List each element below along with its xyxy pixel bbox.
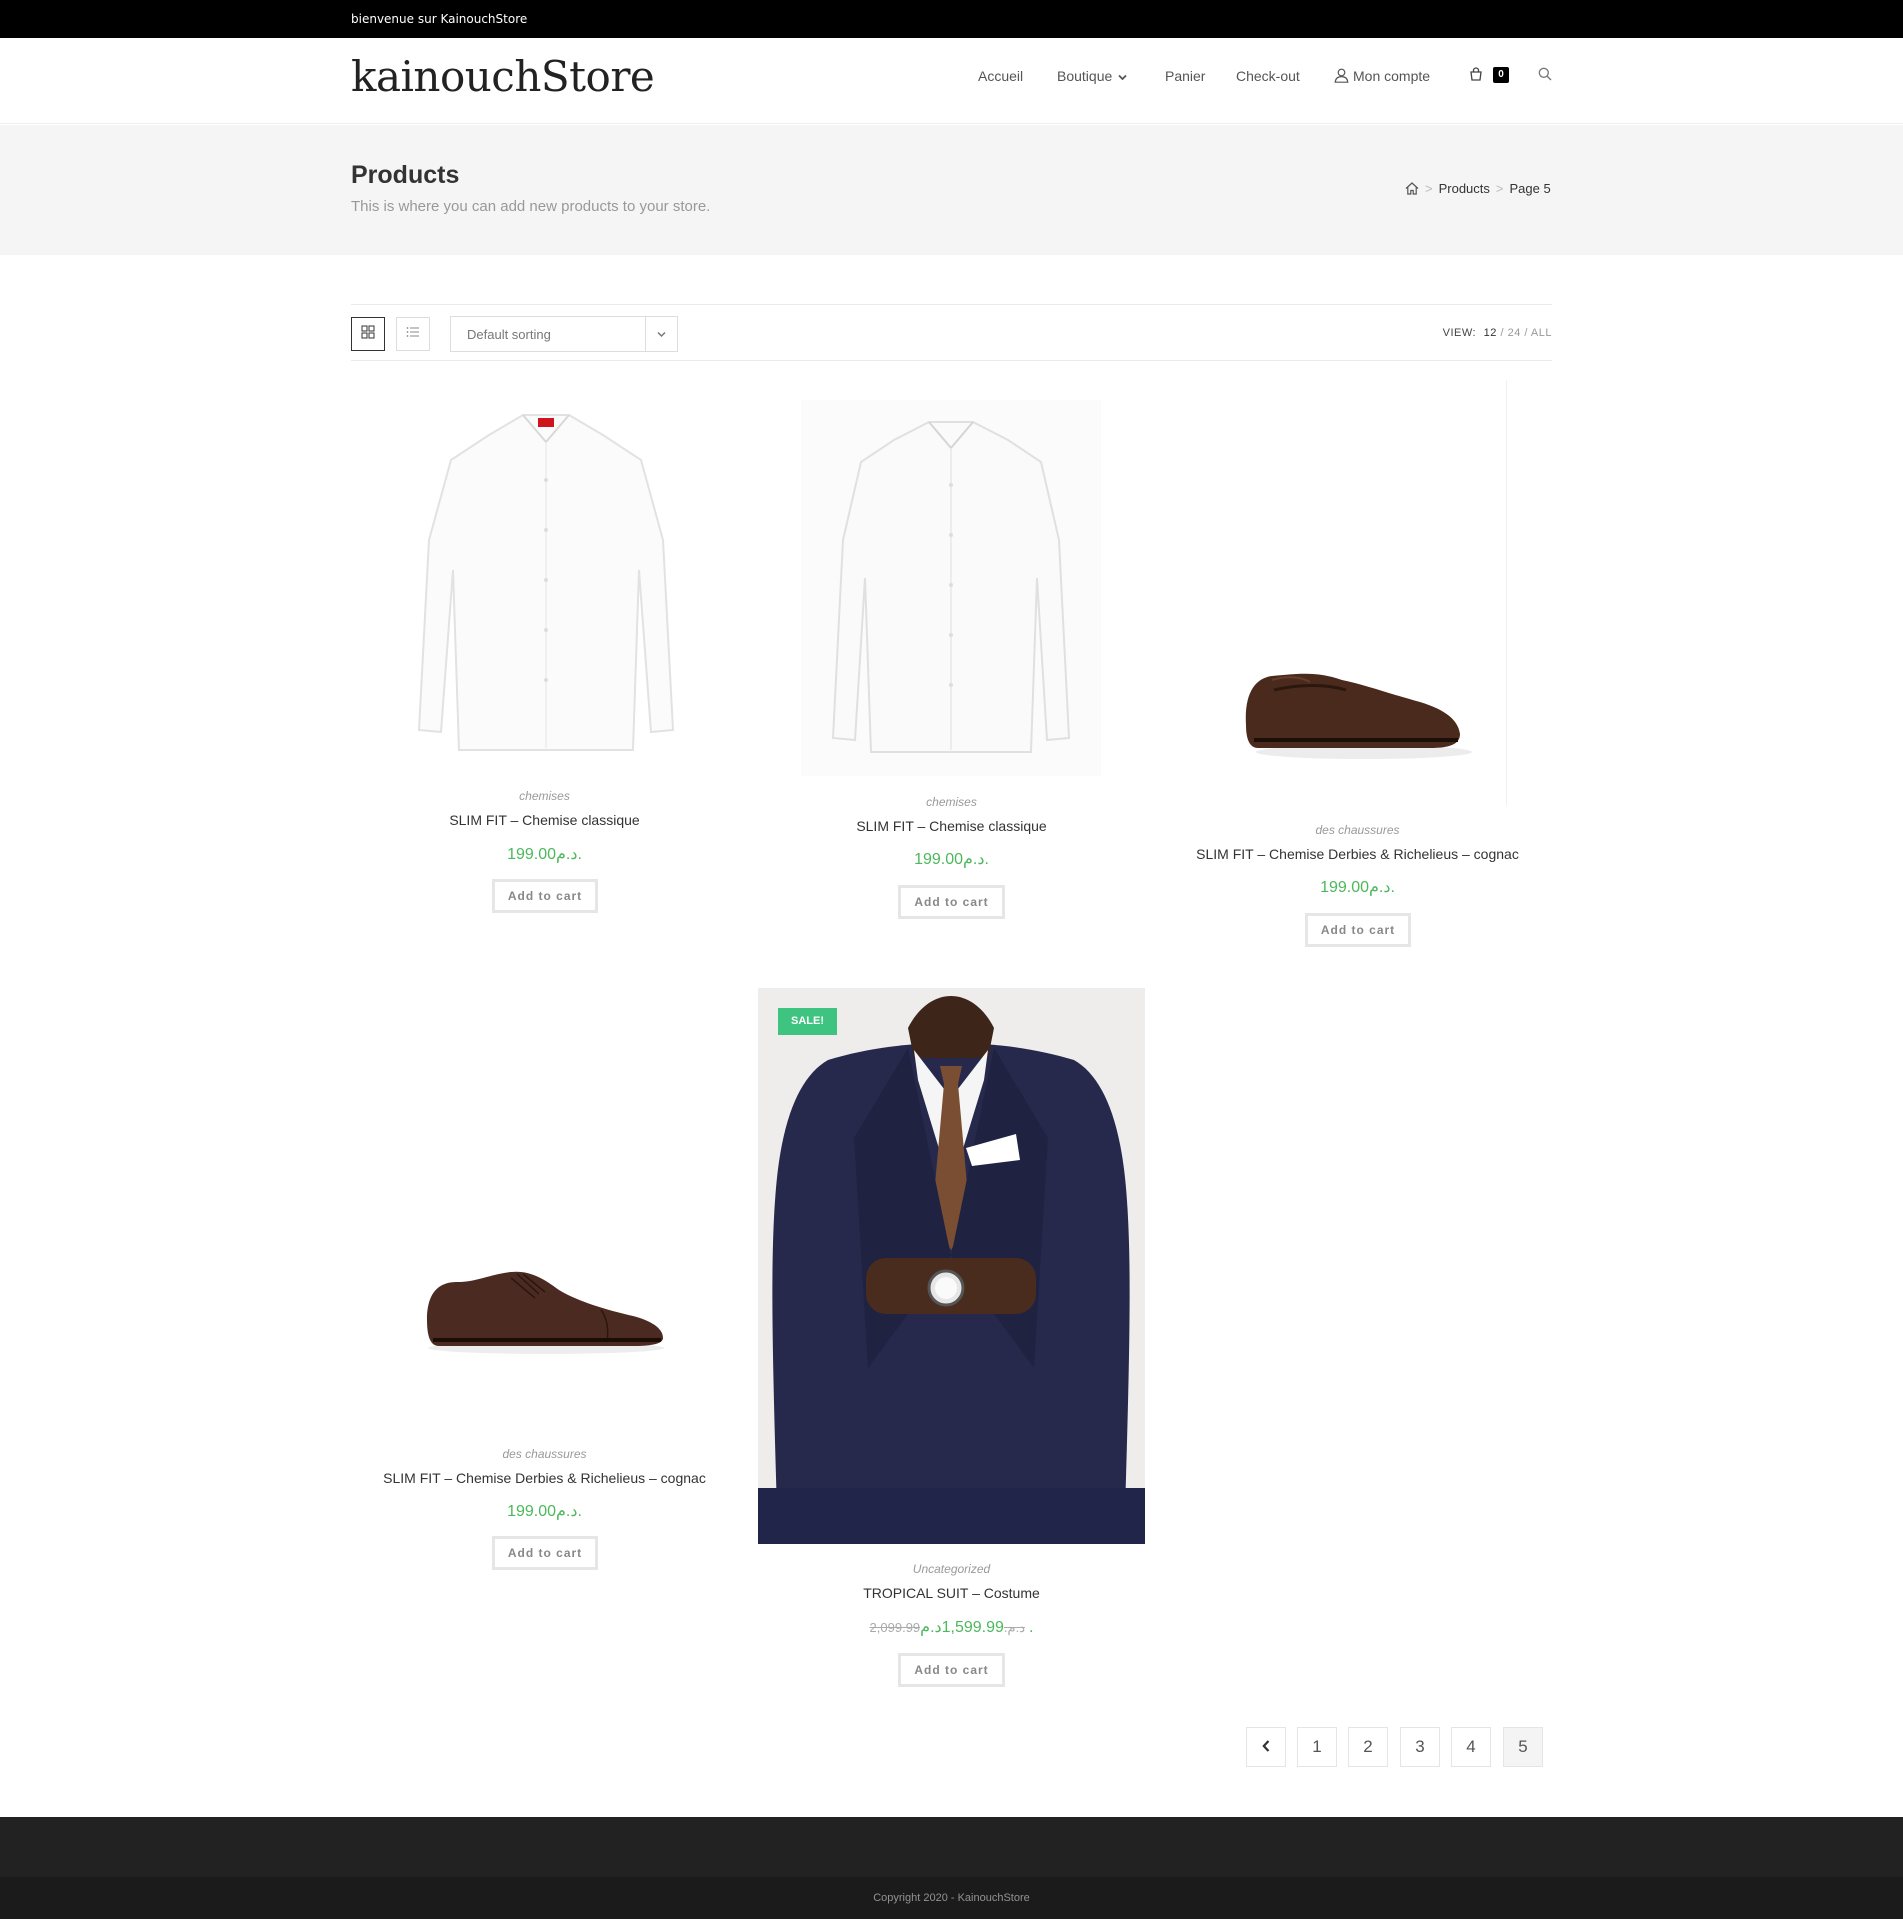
cart-icon[interactable]: [1469, 67, 1483, 84]
product-card: des chaussures SLIM FIT – Chemise Derbie…: [1164, 380, 1551, 950]
breadcrumb-separator: >: [1425, 181, 1433, 196]
add-to-cart-button[interactable]: Add to cart: [492, 1536, 598, 1570]
product-name[interactable]: SLIM FIT – Chemise Derbies & Richelieus …: [1164, 846, 1551, 862]
product-price: 199.00د.م.: [507, 846, 582, 863]
list-view-button[interactable]: [396, 317, 430, 351]
view-all-link[interactable]: ALL: [1531, 327, 1552, 339]
nav-account-label: Mon compte: [1353, 68, 1431, 84]
breadcrumb-current: Page 5: [1509, 181, 1551, 196]
view-count: VIEW: 12 / 24 / ALL: [1443, 327, 1552, 339]
breadcrumb-products[interactable]: Products: [1439, 181, 1490, 196]
nav-account[interactable]: Mon compte: [1334, 68, 1430, 86]
add-to-cart-button[interactable]: Add to cart: [898, 885, 1005, 919]
welcome-text: bienvenue sur KainouchStore: [351, 12, 528, 26]
pagination-prev-button[interactable]: [1246, 1727, 1286, 1767]
product-price: 199.00د.م.: [1320, 879, 1395, 896]
pagination-page-2[interactable]: 2: [1348, 1727, 1388, 1767]
product-name[interactable]: SLIM FIT – Chemise Derbies & Richelieus …: [351, 1470, 738, 1486]
list-icon: [406, 325, 420, 343]
breadcrumb: > Products > Page 5: [1405, 181, 1551, 198]
copyright-text: Copyright 2020 - KainouchStore: [873, 1892, 1030, 1904]
nav-accueil[interactable]: Accueil: [978, 68, 1023, 84]
grid-icon: [361, 325, 375, 344]
home-icon[interactable]: [1405, 182, 1419, 198]
add-to-cart-button[interactable]: Add to cart: [492, 879, 598, 913]
site-logo[interactable]: kainouchStore: [351, 52, 655, 101]
view-12-link[interactable]: 12: [1484, 327, 1497, 339]
view-label: VIEW:: [1442, 327, 1477, 339]
product-name[interactable]: TROPICAL SUIT – Costume: [758, 1585, 1145, 1601]
product-card: chemises SLIM FIT – Chemise classique 19…: [758, 380, 1145, 920]
product-price: 2,099.99د.م.1,599.99د.م.: [758, 1617, 1145, 1637]
chevron-left-icon: [1262, 1737, 1270, 1757]
product-image-brown-loafer[interactable]: [1214, 380, 1507, 805]
sort-select[interactable]: Default sorting: [450, 316, 678, 352]
search-icon[interactable]: [1538, 67, 1552, 84]
chevron-down-icon: [1118, 68, 1127, 84]
nav-panier[interactable]: Panier: [1165, 68, 1205, 84]
product-price: 199.00د.م.: [507, 1503, 582, 1520]
product-image-navy-suit-photo[interactable]: [758, 988, 1145, 1544]
product-category[interactable]: chemises: [351, 789, 738, 803]
product-image-white-shirt[interactable]: [411, 390, 681, 760]
product-price: 199.00د.م.: [914, 851, 989, 868]
shop-toolbar: Default sorting VIEW: 12 / 24 / ALL: [351, 304, 1552, 361]
add-to-cart-button[interactable]: Add to cart: [1305, 913, 1411, 947]
cart-count-badge: 0: [1493, 67, 1509, 83]
product-card: des chaussures SLIM FIT – Chemise Derbie…: [351, 988, 738, 1570]
product-category[interactable]: chemises: [758, 795, 1145, 809]
sort-select-value: Default sorting: [467, 327, 551, 342]
product-image-white-shirt[interactable]: [801, 400, 1101, 776]
product-category[interactable]: des chaussures: [1164, 823, 1551, 837]
site-header: kainouchStore Accueil Boutique Panier Ch…: [0, 38, 1903, 124]
product-category[interactable]: des chaussures: [351, 1447, 738, 1461]
user-icon: [1334, 68, 1349, 86]
product-name[interactable]: SLIM FIT – Chemise classique: [351, 812, 738, 828]
pagination-page-5: 5: [1503, 1727, 1543, 1767]
page-title: Products: [351, 161, 460, 189]
pagination-page-4[interactable]: 4: [1451, 1727, 1491, 1767]
view-separator: /: [1500, 327, 1505, 339]
add-to-cart-button[interactable]: Add to cart: [898, 1653, 1005, 1687]
chevron-down-icon: [645, 317, 677, 351]
top-bar: bienvenue sur KainouchStore: [0, 0, 1903, 38]
nav-checkout[interactable]: Check-out: [1236, 68, 1300, 84]
page-header: Products This is where you can add new p…: [0, 125, 1903, 255]
product-name[interactable]: SLIM FIT – Chemise classique: [758, 818, 1145, 834]
page-subtitle: This is where you can add new products t…: [351, 198, 711, 215]
nav-boutique[interactable]: Boutique: [1057, 68, 1127, 84]
breadcrumb-separator: >: [1495, 181, 1504, 196]
product-image-brown-oxford[interactable]: [411, 1248, 681, 1368]
site-footer: Copyright 2020 - KainouchStore: [0, 1817, 1903, 1919]
sale-badge: SALE!: [778, 1008, 837, 1035]
nav-boutique-label: Boutique: [1057, 68, 1113, 84]
grid-view-button[interactable]: [351, 317, 385, 351]
product-card: Uncategorized TROPICAL SUIT – Costume 2,…: [758, 988, 1145, 1688]
pagination-page-1[interactable]: 1: [1297, 1727, 1337, 1767]
product-category[interactable]: Uncategorized: [758, 1562, 1145, 1576]
view-24-link[interactable]: 24: [1508, 327, 1521, 339]
footer-bottom-bar: Copyright 2020 - KainouchStore: [0, 1877, 1903, 1919]
pagination-page-3[interactable]: 3: [1400, 1727, 1440, 1767]
view-separator: /: [1524, 327, 1528, 339]
product-card: chemises SLIM FIT – Chemise classique 19…: [351, 380, 738, 920]
